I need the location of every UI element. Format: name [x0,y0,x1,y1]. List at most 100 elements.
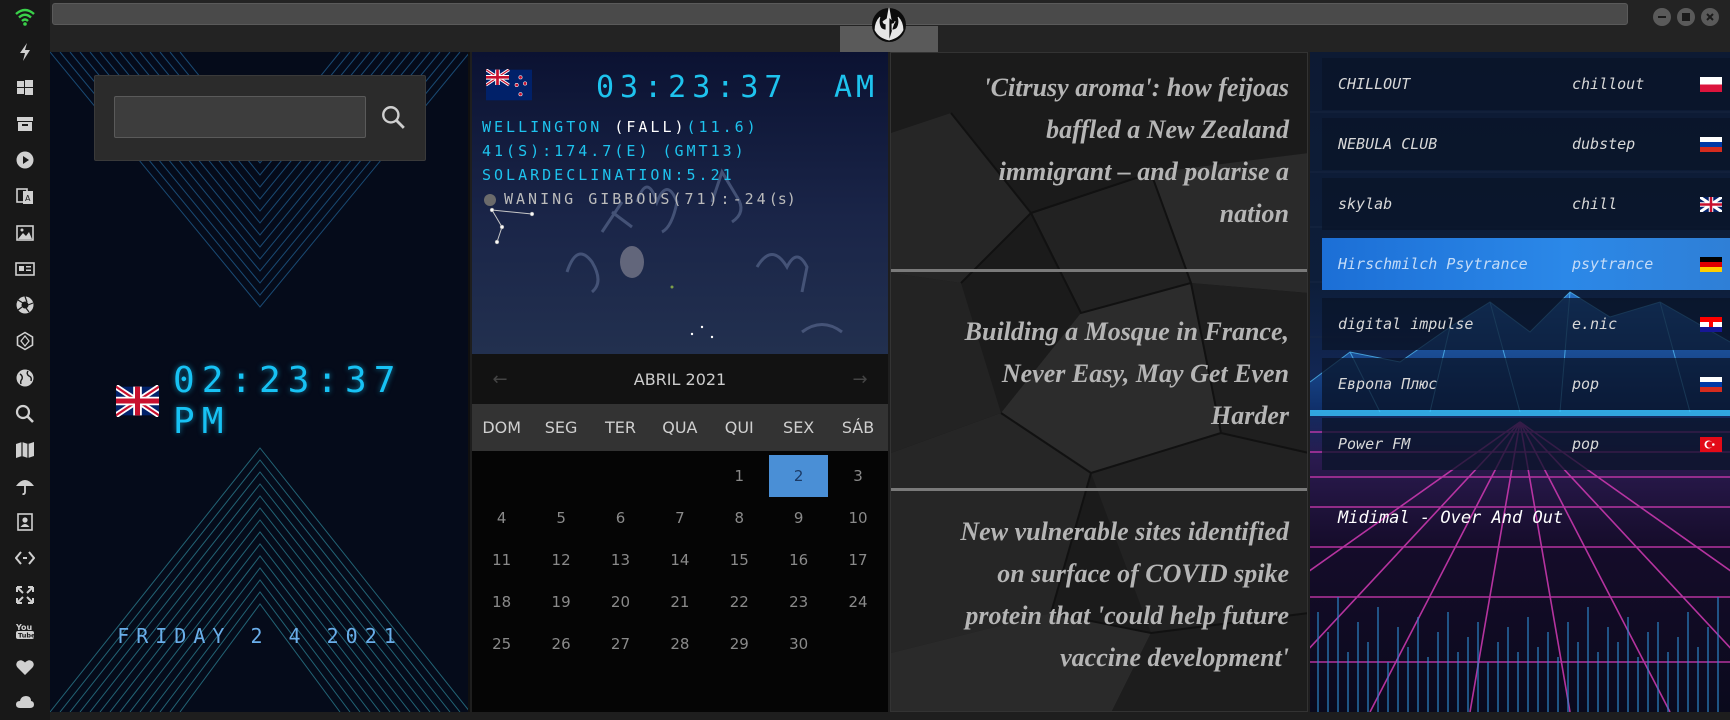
calendar-day[interactable]: 19 [531,581,590,623]
youtube-icon[interactable]: You Tube [13,619,37,643]
declination-line: SOLARDECLINATION:5.21 [482,166,735,184]
image-icon[interactable] [13,221,37,245]
calendar-day[interactable]: 12 [531,539,590,581]
news-line: Building a Mosque in France, [964,317,1289,346]
rebel-alliance-icon [872,7,906,42]
world-time: 03:23:37 [596,70,789,105]
windows-icon[interactable] [13,76,37,100]
news-icon[interactable] [13,257,37,281]
radio-station[interactable]: skylab chill [1322,178,1730,230]
calendar-day[interactable]: 15 [710,539,769,581]
svg-text:A: A [25,194,31,203]
calendar-day[interactable]: 26 [531,623,590,665]
radio-station[interactable]: Европа Плюс pop [1322,358,1730,410]
calendar-day[interactable]: 27 [591,623,650,665]
calendar-day[interactable]: 2 [768,455,829,497]
calendar-day[interactable]: 6 [591,497,650,539]
cloud-icon[interactable] [13,690,37,714]
play-icon[interactable] [13,148,37,172]
aperture-icon[interactable] [13,293,37,317]
russia-flag-icon [1700,376,1722,392]
local-date: FRIDAY 2 4 2021 [117,624,403,648]
world-ampm: AM [834,70,879,105]
moon-unit: (s) [768,190,796,208]
calendar-day[interactable]: 10 [828,497,887,539]
calendar-day[interactable]: 5 [531,497,590,539]
calendar-day[interactable]: 22 [710,581,769,623]
calendar-day[interactable]: 25 [472,623,531,665]
city-line: WELLINGTON (FALL)(11.6) [482,118,759,136]
radio-station[interactable]: NEBULA CLUB dubstep [1322,118,1730,170]
calendar-week: 11 12 13 14 15 16 17 [472,539,888,581]
calendar-month: ABRIL 2021 [633,369,727,389]
calendar-day[interactable]: 18 [472,581,531,623]
station-name: Европа Плюс [1338,375,1438,393]
calendar-day[interactable]: 8 [710,497,769,539]
calendar-day[interactable]: 3 [828,455,887,497]
calendar-day[interactable]: 1 [710,455,769,497]
calendar-day[interactable]: 4 [472,497,531,539]
calendar-day[interactable]: 21 [650,581,709,623]
calendar-day[interactable]: 23 [769,581,828,623]
calendar-day[interactable]: 14 [650,539,709,581]
calendar-day[interactable]: 11 [472,539,531,581]
minimize-button[interactable] [1653,8,1671,26]
wifi-icon[interactable] [13,5,37,29]
temperature: (11.6) [686,118,759,136]
night-sky: 03:23:37 AM WELLINGTON (FALL)(11.6) 41(S… [472,52,888,354]
search-input[interactable] [114,96,366,138]
search-icon[interactable] [13,402,37,426]
news-headline[interactable]: Building a Mosque in France, Never Easy,… [965,311,1289,437]
calendar-day[interactable]: 30 [769,623,828,665]
calendar-week: 4 5 6 7 8 9 10 [472,497,888,539]
code-icon[interactable] [13,546,37,570]
hexagon-icon[interactable] [13,329,37,353]
radio-station[interactable]: digital impulse e.nic [1322,298,1730,350]
news-panel: 'Citrusy aroma': how feijoas baffled a N… [890,52,1308,712]
search-button[interactable] [378,102,408,132]
station-genre: psytrance [1572,255,1654,273]
now-playing: Midimal - Over And Out [1338,508,1564,528]
calendar-prev-button[interactable]: ← [488,369,512,390]
calendar-day[interactable]: 28 [650,623,709,665]
radio-station[interactable]: Hirschmilch Psytrance psytrance [1322,238,1730,290]
calendar-next-button[interactable]: → [848,369,872,390]
globe-icon[interactable] [13,366,37,390]
calendar-day[interactable]: 16 [769,539,828,581]
local-clock: 02:23:37 PM [116,360,468,442]
calendar-day[interactable]: 20 [591,581,650,623]
umbrella-icon[interactable] [13,474,37,498]
news-line: baffled a New Zealand [1046,115,1289,144]
translate-icon[interactable]: A [13,184,37,208]
lightning-icon[interactable] [13,40,37,64]
contacts-icon[interactable] [13,510,37,534]
app-root: A You Tube 02:23:37 PM FRIDAY 2 4 2021 0… [0,0,1730,720]
expand-icon[interactable] [13,583,37,607]
maximize-button[interactable] [1677,8,1695,26]
nz-flag-icon [486,69,532,101]
heart-icon[interactable] [13,655,37,679]
calendar-day[interactable]: 17 [828,539,887,581]
weekday-label: QUA [662,418,698,437]
calendar-day[interactable]: 7 [650,497,709,539]
station-name: Hirschmilch Psytrance [1338,255,1528,273]
news-line: vaccine development' [1060,643,1289,672]
close-button[interactable] [1701,8,1719,26]
home-tab[interactable] [840,0,938,52]
map-icon[interactable] [13,438,37,462]
season: (FALL) [614,118,687,136]
search-box [94,75,426,161]
calendar-day[interactable]: 9 [769,497,828,539]
news-line: protein that 'could help future [965,601,1289,630]
moon-line: WANING GIBBOUS(71):-24(s) [484,190,796,208]
radio-station[interactable]: Power FM pop [1322,418,1730,470]
calendar-day[interactable]: 24 [828,581,887,623]
calendar-day[interactable]: 29 [710,623,769,665]
local-time: 02:23:37 PM [173,360,403,442]
news-headline[interactable]: 'Citrusy aroma': how feijoas baffled a N… [983,67,1289,235]
news-headline[interactable]: New vulnerable sites identified on surfa… [960,511,1289,679]
calendar-day[interactable]: 13 [591,539,650,581]
radio-station[interactable]: CHILLOUT chillout [1322,58,1730,110]
calendar-empty-cell [650,455,709,497]
archive-icon[interactable] [13,112,37,136]
